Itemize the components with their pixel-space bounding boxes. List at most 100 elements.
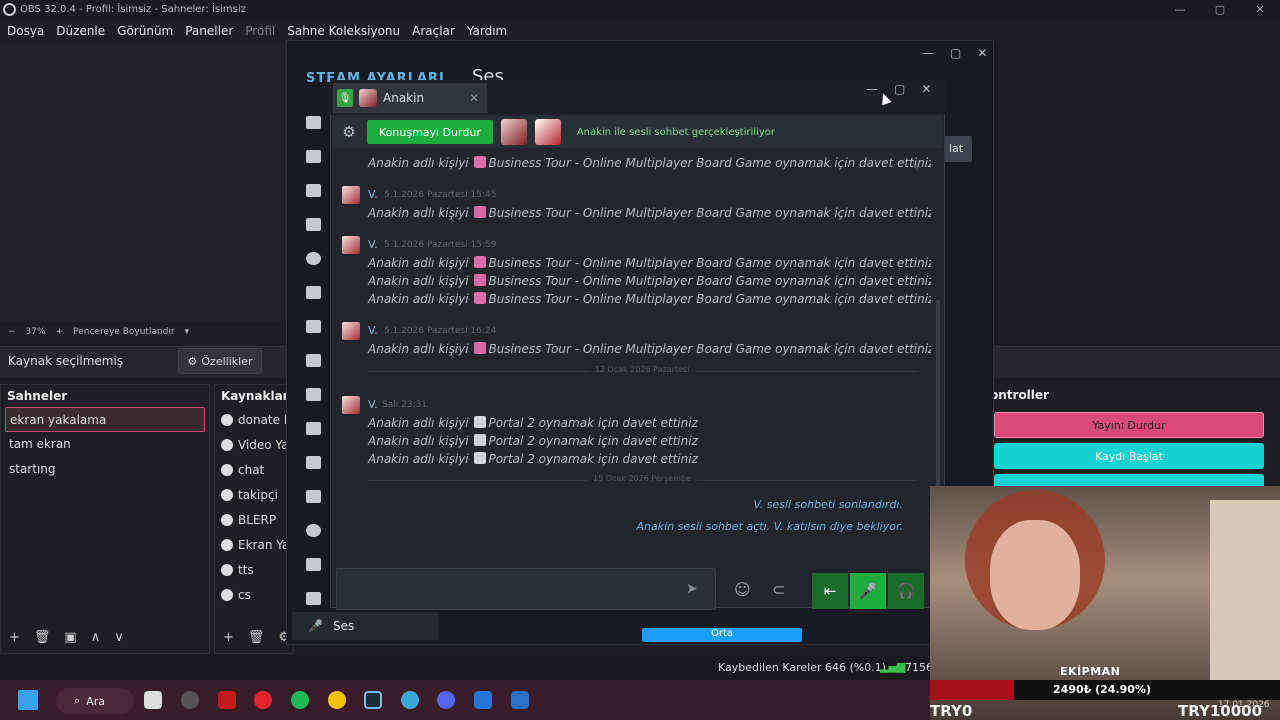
- zoom-in-button[interactable]: +: [56, 327, 64, 337]
- source-item[interactable]: Ekran Yak: [215, 532, 293, 557]
- maximize-icon[interactable]: ▢: [1200, 0, 1240, 20]
- steam-icon[interactable]: [364, 691, 382, 709]
- orta-button[interactable]: Orta: [642, 628, 802, 642]
- chrome-icon[interactable]: [328, 691, 346, 709]
- download-icon[interactable]: [306, 388, 321, 401]
- menu-profil[interactable]: Profil: [245, 24, 275, 38]
- outlook-icon[interactable]: [474, 691, 492, 709]
- up-icon[interactable]: ∧: [91, 630, 101, 645]
- close-icon[interactable]: ✕: [1240, 0, 1280, 20]
- cart-icon[interactable]: [306, 320, 321, 333]
- storage-icon[interactable]: [306, 422, 321, 435]
- browser-icon: [221, 488, 233, 501]
- trash-icon[interactable]: 🗑: [248, 630, 265, 645]
- trash-icon[interactable]: 🗑: [34, 630, 51, 645]
- message-author[interactable]: V.: [368, 324, 378, 337]
- monitor-icon[interactable]: [306, 286, 321, 299]
- source-item[interactable]: cs: [215, 582, 293, 607]
- attach-icon[interactable]: ⊂: [772, 580, 785, 599]
- source-item[interactable]: takipçi: [215, 482, 293, 507]
- scene-item[interactable]: tam ekran: [1, 432, 209, 457]
- maximize-icon[interactable]: ▢: [950, 46, 961, 60]
- maximize-icon[interactable]: ▢: [894, 82, 905, 96]
- zoom-out-button[interactable]: −: [8, 327, 16, 337]
- emoji-icon[interactable]: ☺: [734, 580, 751, 599]
- menu-duzenle[interactable]: Düzenle: [56, 24, 105, 38]
- down-icon[interactable]: ∨: [114, 630, 124, 645]
- menu-araclar[interactable]: Araçlar: [412, 24, 455, 38]
- source-item[interactable]: donate by: [215, 407, 293, 432]
- remote-play-icon[interactable]: [306, 490, 321, 503]
- app-icon[interactable]: [511, 691, 529, 709]
- spotify-icon[interactable]: [291, 691, 309, 709]
- menu-dosya[interactable]: Dosya: [7, 24, 44, 38]
- chat-tab-anakin[interactable]: 🎙 Anakin ✕: [333, 83, 487, 113]
- taskbar-date: 17.01.2026: [1218, 700, 1270, 710]
- close-icon[interactable]: ✕: [921, 82, 931, 96]
- properties-button[interactable]: ⚙ Özellikler: [178, 348, 262, 374]
- start-record-button[interactable]: Kaydı Başlat: [994, 443, 1264, 469]
- obs-icon[interactable]: [181, 691, 199, 709]
- send-icon[interactable]: ➤: [686, 581, 702, 597]
- capcut-icon[interactable]: [144, 691, 162, 709]
- grid-icon[interactable]: [306, 354, 321, 367]
- sidebar-item-label: Ses: [332, 619, 355, 633]
- menu-sahne-koleksiyonu[interactable]: Sahne Koleksiyonu: [287, 24, 400, 38]
- headphones-button[interactable]: 🎧: [888, 573, 924, 609]
- minimize-icon[interactable]: —: [1160, 0, 1200, 20]
- leave-voice-button[interactable]: ⇤: [812, 573, 848, 609]
- scene-item[interactable]: startıng: [1, 457, 209, 482]
- minimize-icon[interactable]: —: [866, 82, 878, 96]
- close-icon[interactable]: ✕: [469, 91, 479, 105]
- close-icon[interactable]: ✕: [977, 46, 987, 60]
- source-label: tts: [238, 562, 254, 577]
- fit-window-select[interactable]: Pencereye Boyutlandır: [73, 327, 174, 337]
- minimize-icon[interactable]: —: [922, 46, 934, 60]
- menu-yardim[interactable]: Yardım: [467, 24, 507, 38]
- chevron-down-icon[interactable]: ▾: [185, 327, 190, 337]
- add-icon[interactable]: +: [9, 630, 20, 645]
- message-input[interactable]: [336, 568, 716, 610]
- controller-icon[interactable]: [306, 558, 321, 571]
- shield-icon[interactable]: [306, 218, 321, 231]
- add-icon[interactable]: +: [223, 630, 234, 645]
- canva-icon[interactable]: [401, 691, 419, 709]
- source-label: donate by: [238, 412, 293, 427]
- message-author[interactable]: V.: [368, 398, 378, 411]
- source-item[interactable]: BLERP: [215, 507, 293, 532]
- message-line: Anakin adlı kişiyi Business Tour - Onlin…: [368, 292, 931, 306]
- filter-icon[interactable]: ▣: [64, 630, 76, 645]
- gear-icon[interactable]: ⚙: [339, 122, 359, 142]
- accessibility-icon[interactable]: [306, 524, 321, 537]
- mic-button[interactable]: 🎤: [850, 573, 886, 609]
- message-time: 5.1.2026 Pazartesi 15:59: [384, 240, 497, 250]
- stop-stream-button[interactable]: Yayını Durdur: [994, 412, 1264, 438]
- friends-icon[interactable]: [306, 150, 321, 163]
- stop-talking-button[interactable]: Konuşmayı Durdur: [367, 120, 493, 144]
- cloud-icon[interactable]: [306, 456, 321, 469]
- taskbar-search[interactable]: ⌕ Ara: [56, 688, 134, 714]
- preview-area[interactable]: [0, 42, 290, 322]
- opera-icon[interactable]: [254, 691, 272, 709]
- family-icon[interactable]: [306, 184, 321, 197]
- scene-item[interactable]: ekran yakalama: [5, 407, 205, 432]
- source-item[interactable]: Video Yak: [215, 432, 293, 457]
- rec-icon[interactable]: [306, 592, 321, 605]
- sidebar-item-ses[interactable]: 🎤 Ses: [292, 612, 438, 640]
- menu-gorunum[interactable]: Görünüm: [117, 24, 173, 38]
- goal-progress-text: 2490₺ (24.90%): [1014, 680, 1280, 700]
- notification-icon[interactable]: [306, 252, 321, 265]
- message-author[interactable]: V.: [368, 188, 378, 201]
- windows-start-icon[interactable]: [18, 690, 38, 710]
- account-icon[interactable]: [306, 116, 321, 129]
- netflix-icon[interactable]: [218, 691, 236, 709]
- menu-paneller[interactable]: Paneller: [185, 24, 233, 38]
- avatar: [500, 119, 527, 145]
- source-item[interactable]: chat: [215, 457, 293, 482]
- add-participant-icon[interactable]: +: [912, 160, 922, 174]
- message-line: Anakin adlı kişiyi Business Tour - Onlin…: [368, 156, 931, 170]
- message-author[interactable]: V.: [368, 238, 378, 251]
- source-item[interactable]: tts: [215, 557, 293, 582]
- portal-icon: [474, 416, 487, 428]
- discord-icon[interactable]: [437, 691, 455, 709]
